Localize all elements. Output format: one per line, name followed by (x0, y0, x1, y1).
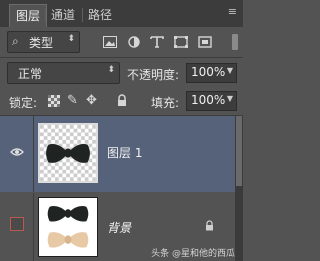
tab-channels[interactable]: 通道 (51, 4, 75, 27)
layer-filter-row: ⌕ 类型 ⬍ (0, 27, 243, 57)
scrollbar-thumb[interactable] (236, 116, 242, 186)
fill-label: 填充: (151, 96, 180, 110)
lock-icon (206, 220, 213, 231)
opacity-value: 100% (191, 65, 226, 79)
layers-list: 图层 1 背景 (0, 116, 235, 261)
chevron-down-icon[interactable]: ▼ (227, 66, 233, 75)
visibility-cell[interactable] (0, 193, 34, 261)
blend-row: 正常 ⬍ 不透明度: 100% ▼ (0, 58, 243, 88)
opacity-field[interactable]: 100% ▼ (186, 63, 237, 83)
fill-value: 100% (191, 93, 226, 107)
layer-thumbnail (38, 123, 98, 183)
shape-filter-icon[interactable] (174, 36, 188, 48)
blend-mode-select[interactable]: 正常 ⬍ (7, 62, 120, 84)
filter-toggle-switch[interactable] (232, 34, 238, 50)
lock-all-icon[interactable] (117, 94, 127, 107)
chevron-down-icon[interactable]: ▼ (227, 94, 233, 103)
tab-separator (45, 8, 46, 22)
visibility-off-box[interactable] (10, 217, 24, 231)
filter-kind-label: 类型 (29, 36, 54, 50)
type-filter-icon[interactable] (150, 36, 164, 48)
watermark: 头条 @星和他的西瓜 (151, 249, 235, 259)
adjustment-filter-icon[interactable] (127, 36, 141, 48)
lock-image-pixels-icon[interactable]: ✎ (67, 93, 78, 108)
search-icon: ⌕ (12, 34, 19, 48)
tab-paths[interactable]: 路径 (88, 4, 112, 27)
smart-object-filter-icon[interactable] (198, 36, 212, 48)
lock-transparent-pixels-icon[interactable] (48, 95, 60, 107)
tab-layers[interactable]: 图层 (9, 4, 48, 27)
select-arrows-icon: ⬍ (67, 34, 75, 44)
image-filter-icon[interactable] (103, 36, 117, 48)
opacity-label: 不透明度: (127, 68, 180, 82)
blend-mode-value: 正常 (18, 67, 43, 81)
layer-name[interactable]: 图层 1 (107, 144, 142, 161)
layer-thumbnail (38, 197, 98, 257)
lock-row: 锁定: ✎ ✥ 填充: 100% ▼ (0, 89, 243, 115)
lock-label: 锁定: (9, 96, 38, 110)
panel-tab-bar: 图层 通道 路径 ≡ (0, 0, 243, 27)
tab-separator (82, 8, 83, 22)
visibility-cell[interactable] (0, 116, 34, 192)
lock-position-icon[interactable]: ✥ (86, 93, 97, 108)
eye-icon[interactable] (10, 147, 24, 157)
panel-menu-icon[interactable]: ≡ (228, 5, 237, 18)
select-arrows-icon: ⬍ (107, 65, 115, 75)
fill-field[interactable]: 100% ▼ (186, 91, 237, 111)
filter-kind-select[interactable]: ⌕ 类型 ⬍ (7, 31, 80, 53)
layer-row[interactable]: 图层 1 (0, 116, 235, 192)
layer-name[interactable]: 背景 (107, 219, 131, 236)
